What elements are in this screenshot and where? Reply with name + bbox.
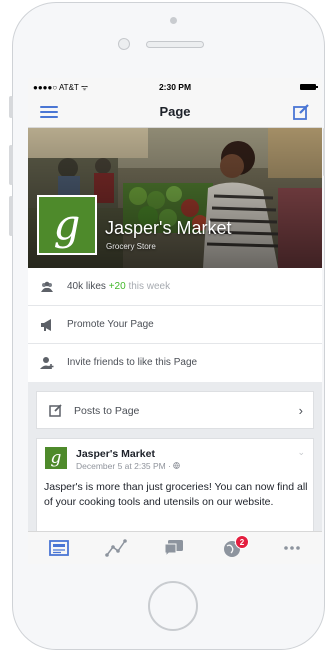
post-text: Jasper's is more than just groceries! Yo… [44, 481, 308, 508]
messages-icon[interactable] [163, 538, 185, 558]
post-author-avatar[interactable]: g [44, 446, 68, 470]
likes-row[interactable]: 40k likes +20 this week [28, 268, 322, 306]
notifications-tab[interactable]: 2 [223, 535, 249, 558]
screen: ●●●●○ AT&T ᯤ 2:30 PM Page g Jasper's Mar… [28, 78, 322, 564]
earpiece-speaker [146, 41, 204, 48]
page-name: Jasper's Market [105, 218, 232, 238]
page-title: Page [159, 104, 191, 119]
post-author-name[interactable]: Jasper's Market [76, 448, 155, 460]
invite-friends-row[interactable]: Invite friends to like this Page [28, 344, 322, 382]
likes-period: this week [128, 281, 171, 292]
post-card[interactable]: g Jasper's Market December 5 at 2:35 PM … [36, 438, 314, 538]
page-actions-list: 40k likes +20 this week Promote Your Pag… [28, 268, 322, 382]
status-time: 2:30 PM [158, 82, 192, 92]
logo-letter: g [50, 447, 62, 468]
posts-to-page-label: Posts to Page [74, 405, 140, 417]
tab-bar: 2 [28, 531, 322, 564]
globe-privacy-icon [173, 462, 181, 469]
insights-chart-icon[interactable] [105, 538, 127, 558]
invite-friends-label: Invite friends to like this Page [67, 357, 198, 368]
cover-photo[interactable]: g Jasper's Market Grocery Store [28, 128, 322, 268]
people-icon [41, 281, 53, 292]
post-timestamp[interactable]: December 5 at 2:35 PM · [76, 461, 181, 471]
volume-up-button [9, 145, 13, 185]
status-bar: ●●●●○ AT&T ᯤ 2:30 PM [28, 78, 322, 96]
front-camera [170, 17, 177, 24]
logo-letter: g [53, 200, 81, 249]
page-profile-picture[interactable]: g [37, 195, 97, 255]
volume-down-button [9, 196, 13, 236]
compose-icon[interactable] [293, 104, 309, 120]
chevron-right-icon: › [298, 403, 303, 418]
navigation-bar: Page [28, 96, 322, 128]
megaphone-icon [41, 319, 51, 331]
page-icon[interactable] [48, 538, 70, 558]
proximity-sensor [118, 38, 130, 50]
battery-icon [300, 84, 318, 90]
post-date: December 5 at 2:35 PM · [76, 461, 174, 471]
page-category: Grocery Store [106, 242, 156, 251]
promote-page-row[interactable]: Promote Your Page [28, 306, 322, 344]
post-options-chevron-icon[interactable]: ⌄ [297, 447, 305, 458]
likes-delta: +20 [108, 281, 126, 292]
notification-badge: 2 [235, 535, 249, 549]
mute-switch [9, 96, 13, 118]
add-friend-icon [40, 357, 54, 369]
edit-post-icon [49, 404, 62, 417]
more-dots-icon[interactable] [281, 538, 303, 558]
home-button[interactable] [148, 581, 198, 631]
likes-count: 40k likes [67, 281, 106, 292]
promote-page-label: Promote Your Page [67, 319, 154, 330]
posts-to-page-button[interactable]: Posts to Page › [36, 391, 314, 429]
